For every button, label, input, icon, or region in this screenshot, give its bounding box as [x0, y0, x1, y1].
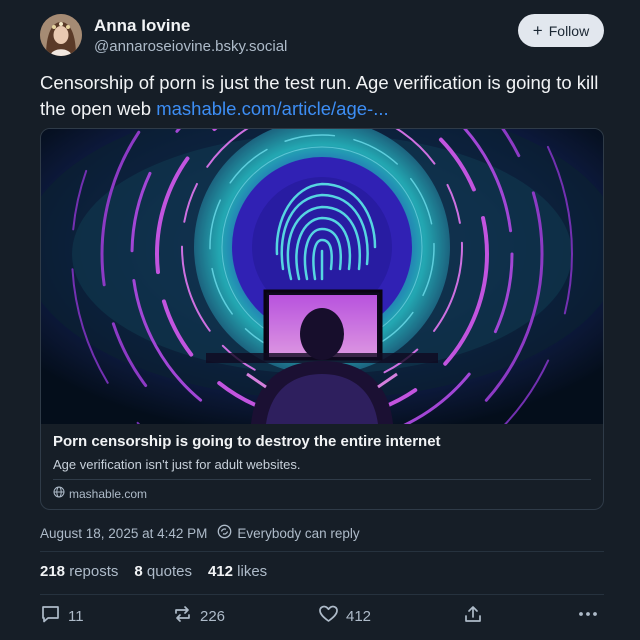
- engagement-stats: 218 reposts 8 quotes 412 likes: [40, 563, 267, 580]
- share-icon: [463, 604, 483, 628]
- link-card-domain: mashable.com: [53, 486, 147, 501]
- repost-button[interactable]: 226: [172, 604, 225, 628]
- like-count: 412: [346, 607, 372, 625]
- reply-settings-icon: [217, 524, 232, 542]
- post-container: Anna Iovine @annaroseiovine.bsky.social …: [0, 0, 640, 640]
- reposts-stat[interactable]: 218 reposts: [40, 563, 118, 580]
- heart-icon: [318, 604, 339, 628]
- link-card-domain-text: mashable.com: [69, 486, 148, 501]
- link-card-image: [41, 129, 603, 424]
- link-card-description: Age verification isn't just for adult we…: [53, 457, 301, 472]
- repost-count: 226: [200, 607, 226, 625]
- reposts-label: reposts: [69, 563, 119, 580]
- more-options-icon: [578, 604, 598, 628]
- link-card-divider: [53, 479, 591, 480]
- author-handle[interactable]: @annaroseiovine.bsky.social: [94, 38, 287, 55]
- action-bar: 11 226 412: [40, 604, 604, 628]
- link-card[interactable]: Porn censorship is going to destroy the …: [40, 128, 604, 510]
- reposts-count: 218: [40, 563, 66, 580]
- reply-icon: [40, 604, 61, 628]
- globe-icon: [53, 486, 65, 501]
- likes-count: 412: [207, 563, 233, 580]
- post-link[interactable]: mashable.com/article/age-...: [156, 98, 388, 119]
- post-timestamp[interactable]: August 18, 2025 at 4:42 PM: [40, 526, 207, 541]
- link-card-title: Porn censorship is going to destroy the …: [53, 433, 441, 450]
- like-button[interactable]: 412: [318, 604, 371, 628]
- post-text: Censorship of porn is just the test run.…: [40, 70, 610, 122]
- divider: [40, 594, 604, 595]
- more-options-button[interactable]: [578, 604, 598, 628]
- follow-label: Follow: [548, 22, 590, 39]
- author-display-name[interactable]: Anna Iovine: [94, 16, 190, 36]
- likes-stat[interactable]: 412 likes: [208, 563, 267, 580]
- repost-icon: [172, 604, 193, 628]
- likes-label: likes: [237, 563, 268, 580]
- reply-button[interactable]: 11: [40, 604, 84, 628]
- quotes-stat[interactable]: 8 quotes: [134, 563, 192, 580]
- reply-count: 11: [68, 607, 84, 625]
- plus-icon: +: [532, 21, 543, 40]
- quotes-count: 8: [134, 563, 143, 580]
- quotes-label: quotes: [146, 563, 192, 580]
- divider: [40, 551, 604, 552]
- reply-permission-label: Everybody can reply: [237, 525, 360, 541]
- post-meta: August 18, 2025 at 4:42 PM Everybody can…: [40, 524, 360, 542]
- follow-button[interactable]: + Follow: [518, 14, 604, 47]
- share-button[interactable]: [463, 604, 483, 628]
- avatar[interactable]: [40, 14, 82, 56]
- reply-permission[interactable]: Everybody can reply: [217, 524, 360, 542]
